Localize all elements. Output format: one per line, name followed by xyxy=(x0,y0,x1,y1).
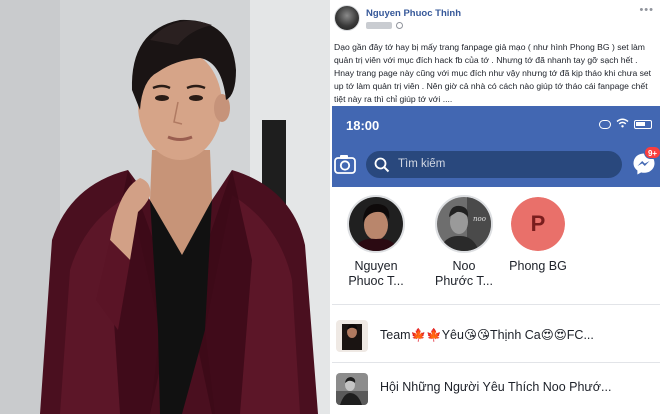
recent-item-label-line1: Noo xyxy=(452,259,476,273)
recent-item-phong-bg[interactable]: P Phong BG xyxy=(496,195,580,274)
facebook-top-bar: 18:00 Tìm kiếm 9+ xyxy=(332,106,660,187)
post-header: Nguyen Phuoc Thinh ••• xyxy=(332,0,660,36)
globe-icon xyxy=(396,22,404,30)
post-body-text: Dạo gần đây tớ hay bị mấy trang fanpage … xyxy=(334,42,652,104)
divider xyxy=(332,362,660,363)
search-icon xyxy=(374,157,390,173)
result-thumbnail xyxy=(336,320,368,352)
blurred-timestamp xyxy=(366,22,392,30)
post-meta xyxy=(366,21,404,30)
facebook-post: Nguyen Phuoc Thinh ••• Dạo gần đây tớ ha… xyxy=(332,0,660,414)
search-result-row[interactable]: Hội Những Người Yêu Thích Noo Phướ... xyxy=(332,364,660,414)
recent-item-label-line1: Phong BG xyxy=(509,259,567,273)
status-icons xyxy=(599,118,652,130)
result-title: Team🍁🍁Yêu😘😘Thịnh Ca😍😍FC... xyxy=(380,328,594,342)
status-time: 18:00 xyxy=(346,118,380,133)
initial-avatar: P xyxy=(511,197,565,251)
result-title: Hội Những Người Yêu Thích Noo Phướ... xyxy=(380,380,612,394)
search-result-row[interactable]: Team🍁🍁Yêu😘😘Thịnh Ca😍😍FC... xyxy=(332,311,660,361)
recent-item-label-line2: Phước T... xyxy=(434,274,494,288)
portrait-illustration xyxy=(0,0,330,414)
link-icon xyxy=(599,119,611,129)
phone-screenshot: 18:00 Tìm kiếm 9+ Nguyen Phuoc T... noo … xyxy=(332,106,660,414)
recent-item-label-line1: Nguyen xyxy=(354,259,398,273)
author-avatar[interactable] xyxy=(334,5,360,31)
battery-icon xyxy=(634,119,652,129)
wifi-icon xyxy=(616,115,629,133)
avatar: noo xyxy=(435,195,493,253)
svg-text:noo: noo xyxy=(473,215,486,223)
portrait-photo xyxy=(0,0,330,414)
author-name-link[interactable]: Nguyen Phuoc Thinh xyxy=(366,8,461,19)
recent-item-noo[interactable]: noo Noo Phước T... xyxy=(422,195,506,289)
avatar xyxy=(347,195,405,253)
messenger-badge: 9+ xyxy=(644,146,660,159)
camera-icon[interactable] xyxy=(334,154,356,174)
options-icon[interactable]: ••• xyxy=(639,4,654,16)
divider xyxy=(332,304,660,305)
recent-searches: Nguyen Phuoc T... noo Noo Phước T... P P… xyxy=(332,187,660,305)
search-input[interactable]: Tìm kiếm xyxy=(366,151,622,178)
recent-item-nguyen[interactable]: Nguyen Phuoc T... xyxy=(334,195,418,289)
search-placeholder: Tìm kiếm xyxy=(398,158,446,170)
result-thumbnail xyxy=(336,373,368,405)
avatar: P xyxy=(509,195,567,253)
recent-item-label-line2: Phuoc T... xyxy=(348,274,404,288)
